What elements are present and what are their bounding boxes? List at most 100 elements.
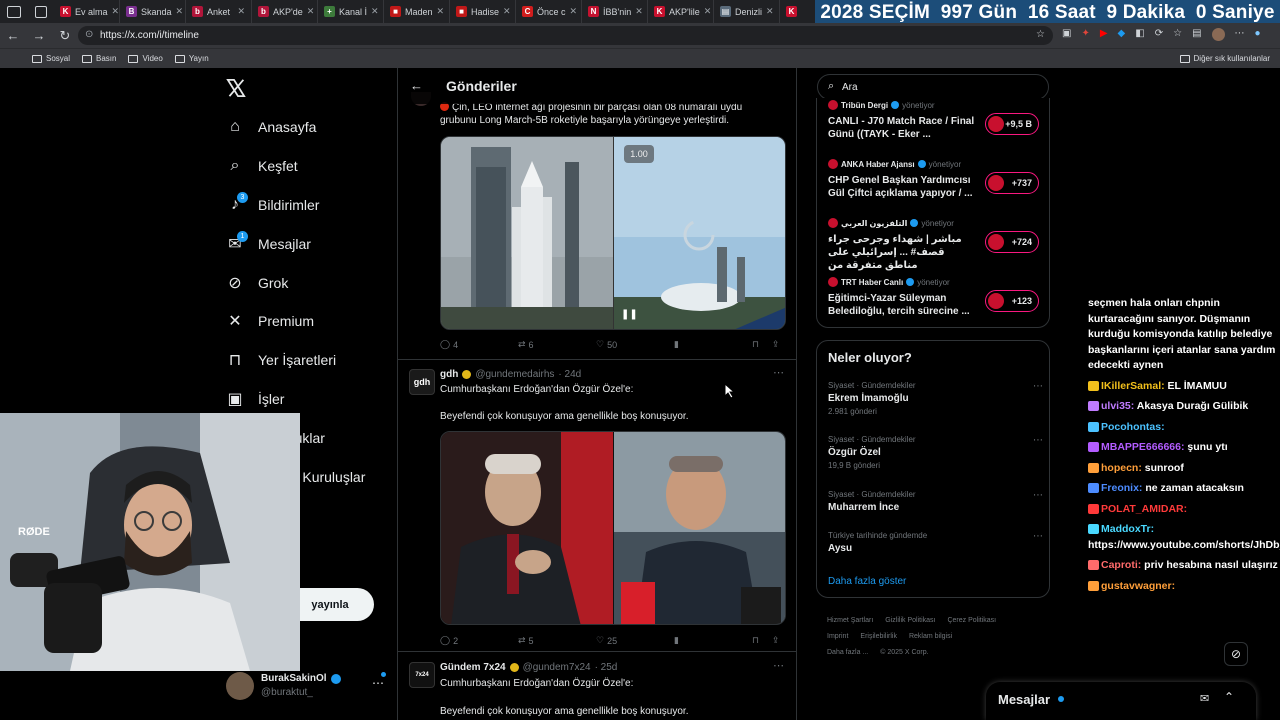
- tweet-more-icon[interactable]: ⋯: [773, 366, 784, 379]
- sync-icon[interactable]: ⟳: [1155, 28, 1163, 41]
- playback-speed-badge[interactable]: 1.00: [624, 145, 654, 163]
- tweet-author-name[interactable]: gdh: [440, 369, 458, 380]
- account-switcher[interactable]: BurakSakinOl @buraktut_ ⋯: [226, 668, 390, 704]
- retweet-button[interactable]: ⇄ 5: [518, 635, 596, 646]
- bookmark-folder[interactable]: Sosyal: [32, 54, 70, 63]
- tweet-author-handle[interactable]: @gundem7x24: [523, 662, 591, 673]
- share-button[interactable]: ⇪: [772, 635, 780, 646]
- extension-icon[interactable]: ▶: [1100, 28, 1108, 41]
- footer-link[interactable]: Çerez Politikası: [947, 617, 996, 624]
- sidebar-item-7[interactable]: ⊓ Yer İşaretleri: [226, 348, 336, 372]
- trend-item[interactable]: Türkiye tarihinde gündemde Aysu ⋯: [828, 531, 1043, 554]
- trend-item[interactable]: Siyaset · Gündemdekiler Muharrem İnce ⋯: [828, 490, 1043, 513]
- tab-close-icon[interactable]: ✕: [766, 6, 774, 17]
- pause-icon[interactable]: ❚❚: [621, 309, 638, 320]
- tab-close-icon[interactable]: ✕: [570, 6, 578, 17]
- trend-item[interactable]: Siyaset · Gündemdekiler Özgür Özel 19,9 B …: [828, 435, 1043, 470]
- live-space-item[interactable]: ANKA Haber Ajansı yönetiyor CHP Genel Başk…: [828, 159, 1043, 200]
- like-button[interactable]: ♡ 25: [596, 635, 674, 646]
- browser-tab[interactable]: K AKP'lile ✕: [648, 0, 714, 23]
- live-space-item[interactable]: Tribün Dergi yönetiyor CANLI - J70 Match R…: [828, 100, 1043, 141]
- live-listener-badge[interactable]: +737: [985, 172, 1039, 194]
- browser-tab[interactable]: B Skanda ✕: [120, 0, 186, 23]
- messages-drawer[interactable]: Mesajlar ✉ ⌃: [986, 682, 1256, 720]
- tweet-media[interactable]: [440, 431, 786, 625]
- tab-close-icon[interactable]: ✕: [503, 6, 511, 17]
- more-icon[interactable]: ⋯: [372, 676, 384, 690]
- views-button[interactable]: ▮: [674, 635, 752, 646]
- browser-tab[interactable]: N İBB'nin ✕: [582, 0, 648, 23]
- tweet[interactable]: 7x24 Gündem 7x24 @gundem7x24 · 25d ⋯ Cum…: [398, 652, 796, 720]
- live-listener-badge[interactable]: +724: [985, 231, 1039, 253]
- bookmark-folder[interactable]: Video: [128, 54, 163, 63]
- extension-icon[interactable]: ◧: [1135, 28, 1144, 41]
- tab-close-icon[interactable]: ✕: [437, 6, 445, 17]
- reload-icon[interactable]: ↻: [52, 28, 78, 44]
- browser-tab[interactable]: C Önce c ✕: [516, 0, 582, 23]
- tweet-author-name[interactable]: Gündem 7x24: [440, 662, 506, 673]
- new-message-icon[interactable]: ✉: [1200, 692, 1209, 705]
- footer-link[interactable]: © 2025 X Corp.: [880, 649, 928, 656]
- expand-icon[interactable]: ⌃: [1224, 690, 1234, 704]
- tab-close-icon[interactable]: ✕: [176, 6, 184, 17]
- grok-floating-button[interactable]: ⊘: [1224, 642, 1248, 666]
- tab-close-icon[interactable]: ✕: [307, 6, 315, 17]
- tweet-time[interactable]: · 25d: [595, 662, 618, 673]
- tab-close-icon[interactable]: ✕: [237, 6, 245, 17]
- bookmark-folder[interactable]: Yayın: [174, 54, 209, 63]
- footer-link[interactable]: Reklam bilgisi: [909, 633, 952, 640]
- reply-button[interactable]: ◯ 4: [440, 339, 518, 350]
- tweet[interactable]: gdh gdh @gundemedairhs · 24d ⋯ Cumhurbaş…: [398, 360, 796, 652]
- favorite-star-icon[interactable]: ☆: [1036, 29, 1045, 40]
- views-button[interactable]: ▮: [674, 339, 752, 350]
- collections-icon[interactable]: ▤: [1192, 28, 1201, 41]
- site-info-icon[interactable]: ⊙: [85, 29, 93, 40]
- tab-close-icon[interactable]: ✕: [112, 6, 119, 17]
- sidebar-item-2[interactable]: ⌕ Keşfet: [226, 154, 298, 178]
- reply-button[interactable]: ◯ 2: [440, 635, 518, 646]
- other-bookmarks[interactable]: Diğer sık kullanılanlar: [1179, 54, 1270, 63]
- browser-tab[interactable]: b AKP'de ✕: [252, 0, 318, 23]
- trend-more-icon[interactable]: ⋯: [1033, 490, 1043, 501]
- tweet-media[interactable]: 1.00 ❚❚: [440, 136, 786, 330]
- footer-link[interactable]: Daha fazla ...: [827, 649, 868, 656]
- browser-tab[interactable]: ■ Maden ✕: [384, 0, 450, 23]
- tweet[interactable]: Çin, LEO internet ağı projesinin bir par…: [398, 92, 796, 360]
- like-button[interactable]: ♡ 50: [596, 339, 674, 350]
- footer-link[interactable]: Imprint: [827, 633, 848, 640]
- back-icon[interactable]: ←: [0, 28, 26, 43]
- back-arrow-icon[interactable]: ←: [410, 78, 423, 93]
- forward-icon[interactable]: →: [26, 28, 52, 43]
- live-space-item[interactable]: التلفزيون العربي yönetiyor مباشر | شهداء و…: [828, 218, 1043, 272]
- trend-item[interactable]: Siyaset · Gündemdekiler Ekrem İmamoğlu 2.9…: [828, 381, 1043, 416]
- trend-more-icon[interactable]: ⋯: [1033, 531, 1043, 542]
- url-field[interactable]: ⊙ https://x.com/i/timeline ☆: [78, 26, 1053, 45]
- extension-icon[interactable]: ✦: [1081, 28, 1089, 41]
- x-logo-icon[interactable]: [226, 79, 246, 97]
- bookmark-folder[interactable]: Basın: [82, 54, 116, 63]
- browser-tab[interactable]: K Ev alma ✕: [54, 0, 120, 23]
- search-input[interactable]: ⌕ Ara: [817, 74, 1049, 100]
- footer-link[interactable]: Erişilebilirlik: [860, 633, 897, 640]
- window-menu-icon[interactable]: [7, 5, 21, 18]
- tweet-author-handle[interactable]: @gundemedairhs: [475, 369, 554, 380]
- extension-icon[interactable]: ▣: [1062, 28, 1071, 41]
- tab-actions-icon[interactable]: [35, 5, 47, 18]
- live-space-item[interactable]: TRT Haber Canlı yönetiyor Eğitimci-Yazar S…: [828, 277, 1043, 318]
- browser-tab[interactable]: b Anket ✕: [186, 0, 252, 23]
- browser-tab[interactable]: ▤ Denizli ✕: [714, 0, 780, 23]
- tab-close-icon[interactable]: ✕: [371, 6, 379, 17]
- footer-link[interactable]: Gizlilik Politikası: [885, 617, 935, 624]
- tab-close-icon[interactable]: ✕: [635, 6, 643, 17]
- sidebar-item-4[interactable]: ✉ 1 Mesajlar: [226, 231, 311, 256]
- favorites-icon[interactable]: ☆: [1173, 28, 1182, 41]
- profile-avatar[interactable]: [1211, 28, 1225, 41]
- bookmark-button[interactable]: ⊓: [752, 339, 772, 350]
- sidebar-item-5[interactable]: ⊘ Grok: [226, 271, 288, 295]
- trend-more-icon[interactable]: ⋯: [1033, 381, 1043, 392]
- copilot-icon[interactable]: ●: [1255, 28, 1261, 41]
- extension-icon[interactable]: ◆: [1118, 28, 1126, 41]
- retweet-button[interactable]: ⇄ 6: [518, 339, 596, 350]
- sidebar-item-6[interactable]: ✕ Premium: [226, 309, 314, 333]
- browser-tab[interactable]: + Kanal İ ✕: [318, 0, 384, 23]
